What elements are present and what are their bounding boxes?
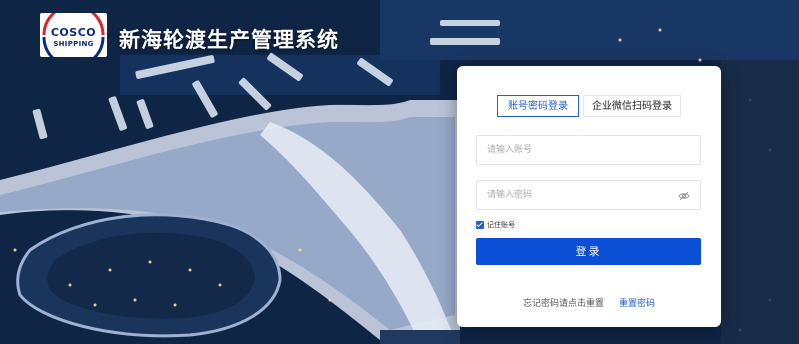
- tab-account-password-login[interactable]: 账号密码登录: [497, 95, 579, 117]
- forgot-password-text: 忘记密码请点击重置: [523, 299, 605, 309]
- eye-toggle-icon[interactable]: [678, 190, 690, 202]
- password-field: [476, 180, 701, 210]
- login-button[interactable]: 登录: [476, 238, 701, 265]
- cosco-logo: COSCO SHIPPING: [40, 13, 107, 57]
- username-field: [476, 135, 701, 165]
- username-input[interactable]: [487, 143, 677, 157]
- reset-password-link[interactable]: 重置密码: [619, 299, 655, 309]
- login-card: 账号密码登录 企业微信扫码登录 记住账号 登录 忘记密码请点击重置 重置密码: [457, 66, 721, 327]
- logo-wordmark-bottom: SHIPPING: [53, 40, 94, 48]
- password-input[interactable]: [487, 188, 677, 202]
- login-page: COSCO SHIPPING 新海轮渡生产管理系统 账号密码登录 企业微信扫码登…: [0, 0, 799, 344]
- logo-wordmark-top: COSCO: [50, 26, 97, 39]
- system-title: 新海轮渡生产管理系统: [119, 28, 339, 52]
- remember-account[interactable]: 记住账号: [476, 219, 515, 231]
- remember-checkbox[interactable]: [476, 221, 484, 229]
- remember-label: 记住账号: [487, 221, 515, 229]
- tab-wechat-qr-login[interactable]: 企业微信扫码登录: [583, 95, 681, 117]
- forgot-password-row: 忘记密码请点击重置 重置密码: [457, 296, 721, 309]
